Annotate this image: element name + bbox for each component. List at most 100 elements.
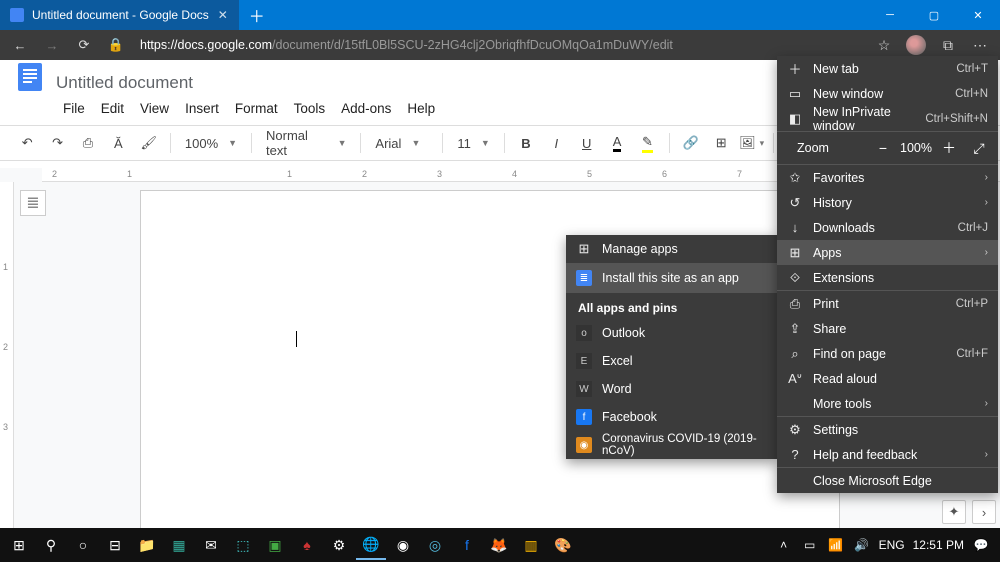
menu-print[interactable]: ⎙PrintCtrl+P	[777, 291, 998, 316]
menu-view[interactable]: View	[133, 98, 176, 119]
menu-edit[interactable]: Edit	[94, 98, 131, 119]
menu-overflow-button[interactable]: ⋯	[966, 31, 994, 59]
menu-tools[interactable]: Tools	[287, 98, 333, 119]
app-coronavirus[interactable]: ◉Coronavirus COVID-19 (2019-nCoV)	[566, 431, 777, 459]
menu-read-aloud[interactable]: AᐡRead aloud	[777, 366, 998, 391]
taskbar-firefox[interactable]: 🦊	[484, 530, 514, 560]
taskbar-app[interactable]: 📁	[132, 530, 162, 560]
tray-language[interactable]: ENG	[879, 538, 905, 552]
menu-insert[interactable]: Insert	[178, 98, 226, 119]
menu-file[interactable]: File	[56, 98, 92, 119]
maximize-button[interactable]: ▢	[912, 0, 956, 30]
bold-button[interactable]: B	[513, 129, 539, 157]
menu-new-window[interactable]: ▭New windowCtrl+N	[777, 81, 998, 106]
manage-apps[interactable]: ⊞Manage apps	[566, 235, 777, 263]
insert-comment-button[interactable]: ⊞	[708, 129, 734, 157]
zoom-in-button[interactable]: ＋	[936, 135, 962, 161]
minimize-button[interactable]: ─	[868, 0, 912, 30]
taskbar-app[interactable]: ♠	[292, 530, 322, 560]
zoom-select[interactable]: 100%▼	[179, 136, 243, 151]
favorite-star-icon[interactable]: ☆	[870, 31, 898, 59]
menu-apps[interactable]: ⊞Apps›	[777, 240, 998, 265]
back-button[interactable]: ←	[6, 31, 34, 59]
app-outlook[interactable]: oOutlook	[566, 319, 777, 347]
address-bar[interactable]: https://docs.google.com/document/d/15tfL…	[134, 33, 866, 57]
print-button[interactable]: ⎙	[75, 129, 101, 157]
insert-link-button[interactable]: 🔗	[678, 129, 704, 157]
taskbar-edge[interactable]: 🌐	[356, 530, 386, 560]
taskbar-app[interactable]: ✉	[196, 530, 226, 560]
italic-button[interactable]: I	[543, 129, 569, 157]
lock-icon[interactable]: 🔒	[102, 31, 130, 59]
menu-addons[interactable]: Add-ons	[334, 98, 398, 119]
app-word[interactable]: WWord	[566, 375, 777, 403]
taskbar-app[interactable]: ◎	[420, 530, 450, 560]
tray-wifi-icon[interactable]: 📶	[827, 538, 845, 552]
redo-button[interactable]: ↷	[44, 129, 70, 157]
menu-history[interactable]: ↺History›	[777, 190, 998, 215]
side-panel-chevron-icon[interactable]: ›	[972, 500, 996, 524]
tray-notifications-icon[interactable]: 💬	[972, 538, 990, 552]
font-size-select[interactable]: 11▼	[451, 136, 495, 151]
app-excel[interactable]: EExcel	[566, 347, 777, 375]
extensions-icon[interactable]: ⧉	[934, 31, 962, 59]
menu-find[interactable]: ⌕Find on pageCtrl+F	[777, 341, 998, 366]
taskbar-app[interactable]: ▥	[516, 530, 546, 560]
explore-panel: ✦ ›	[942, 500, 996, 524]
paint-format-button[interactable]: 🖌	[136, 129, 162, 157]
menu-downloads[interactable]: ↓DownloadsCtrl+J	[777, 215, 998, 240]
outline-toggle-icon[interactable]: ≣	[20, 190, 46, 216]
tray-chevron-icon[interactable]: ˄	[775, 538, 793, 552]
forward-button[interactable]: →	[38, 31, 66, 59]
text-color-button[interactable]: A	[604, 129, 630, 157]
zoom-out-button[interactable]: −	[870, 135, 896, 161]
taskbar-app[interactable]: ▦	[164, 530, 194, 560]
cortana-button[interactable]: ○	[68, 530, 98, 560]
menu-close-edge[interactable]: Close Microsoft Edge	[777, 468, 998, 493]
install-site-as-app[interactable]: ≣Install this site as an app	[566, 264, 777, 292]
new-tab-button[interactable]: ＋	[243, 1, 271, 29]
search-button[interactable]: ⚲	[36, 530, 66, 560]
menu-more-tools[interactable]: More tools›	[777, 391, 998, 416]
profile-avatar[interactable]	[902, 31, 930, 59]
undo-button[interactable]: ↶	[14, 129, 40, 157]
tray-clock[interactable]: 12:51 PM	[913, 538, 964, 552]
fullscreen-button[interactable]: ⤢	[966, 135, 992, 161]
plus-icon: ＋	[787, 59, 803, 78]
menu-share[interactable]: ⇪Share	[777, 316, 998, 341]
menu-help[interactable]: ?Help and feedback›	[777, 442, 998, 467]
refresh-button[interactable]: ⟳	[70, 31, 98, 59]
close-window-button[interactable]: ✕	[956, 0, 1000, 30]
tray-battery-icon[interactable]: ▭	[801, 538, 819, 552]
menu-new-inprivate[interactable]: ◧New InPrivate windowCtrl+Shift+N	[777, 106, 998, 131]
taskbar-app[interactable]: ⚙	[324, 530, 354, 560]
menu-format[interactable]: Format	[228, 98, 285, 119]
menu-favorites[interactable]: ✩Favorites›	[777, 165, 998, 190]
task-view-button[interactable]: ⊟	[100, 530, 130, 560]
menu-help[interactable]: Help	[400, 98, 442, 119]
taskbar-app[interactable]: f	[452, 530, 482, 560]
insert-image-button[interactable]: 🖼▾	[738, 129, 764, 157]
tray-volume-icon[interactable]: 🔊	[853, 538, 871, 552]
window-icon: ▭	[787, 86, 803, 102]
browser-tab[interactable]: Untitled document - Google Docs ✕	[0, 0, 239, 30]
taskbar-app[interactable]: ▣	[260, 530, 290, 560]
menu-extensions[interactable]: ⟐Extensions	[777, 265, 998, 290]
google-docs-logo[interactable]	[14, 61, 46, 93]
spellcheck-button[interactable]: Ă	[105, 129, 131, 157]
underline-button[interactable]: U	[574, 129, 600, 157]
menu-settings[interactable]: ⚙Settings	[777, 417, 998, 442]
close-tab-icon[interactable]: ✕	[215, 7, 231, 23]
app-facebook[interactable]: fFacebook	[566, 403, 777, 431]
taskbar-app[interactable]: ⬚	[228, 530, 258, 560]
font-family-select[interactable]: Arial▼	[369, 136, 434, 151]
highlight-button[interactable]: ✎	[634, 129, 660, 157]
start-button[interactable]: ⊞	[4, 530, 34, 560]
taskbar-app[interactable]: 🎨	[548, 530, 578, 560]
paragraph-style-select[interactable]: Normal text▼	[260, 128, 352, 158]
vertical-ruler[interactable]: 1 2 3	[0, 182, 14, 528]
explore-button[interactable]: ✦	[942, 500, 966, 524]
menu-new-tab[interactable]: ＋New tabCtrl+T	[777, 56, 998, 81]
document-title[interactable]: Untitled document	[56, 73, 193, 93]
taskbar-chrome[interactable]: ◉	[388, 530, 418, 560]
